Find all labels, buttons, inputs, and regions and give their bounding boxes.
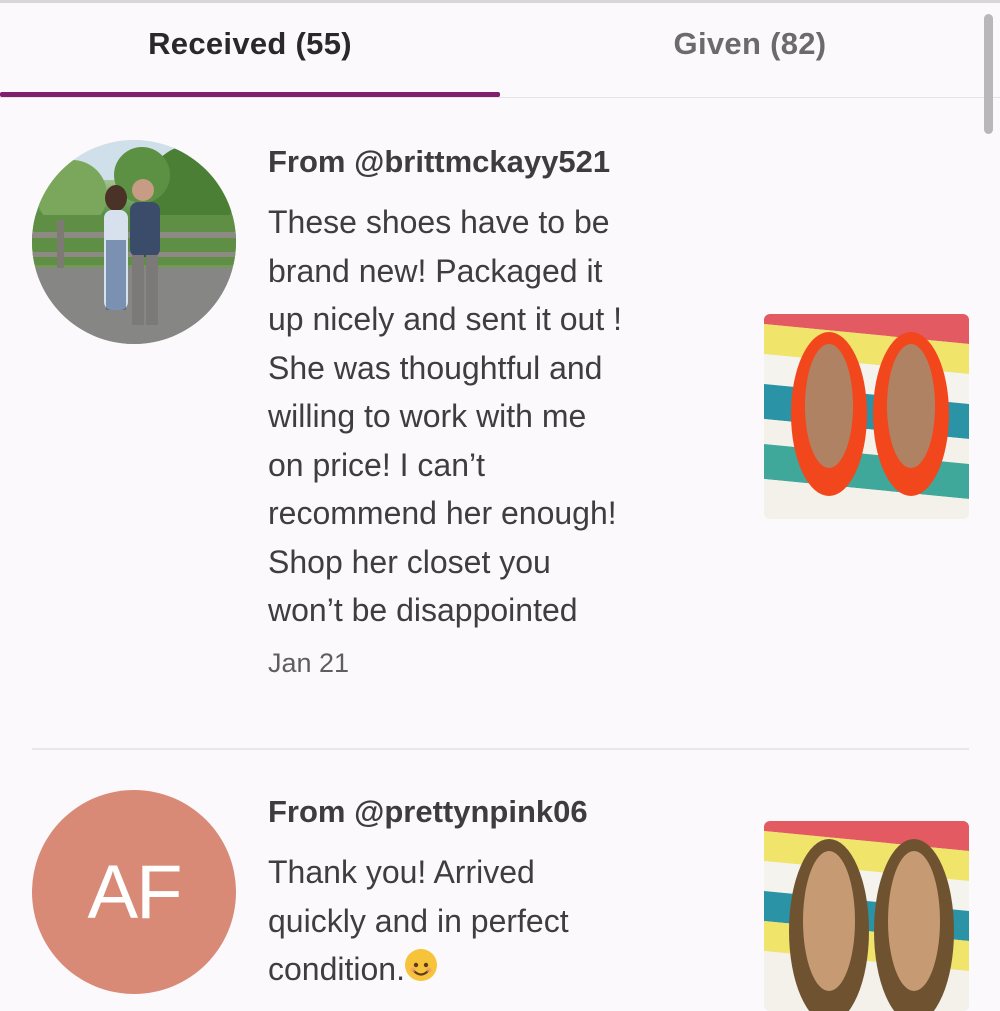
tab-received[interactable]: Received (55) (0, 3, 500, 97)
review-text: These shoes have to be brand new! Packag… (268, 204, 622, 628)
tab-given[interactable]: Given (82) (500, 3, 1000, 97)
product-thumbnail[interactable] (764, 821, 969, 1011)
scrollbar[interactable] (984, 14, 993, 134)
review-date: Jan 21 (268, 648, 350, 678)
orange-flats-image (764, 314, 969, 519)
avatar[interactable]: AF (32, 790, 236, 994)
product-thumbnail[interactable] (764, 314, 969, 519)
bronze-flats-image (764, 821, 969, 1011)
avatar-photo (32, 140, 236, 344)
avatar[interactable] (32, 140, 236, 344)
review-author[interactable]: From @prettynpink06 (268, 794, 588, 830)
avatar-initials: AF (87, 849, 182, 935)
review-text: Thank you! Arrived quickly and in perfec… (268, 848, 728, 994)
active-tab-indicator (0, 92, 500, 97)
review-divider (32, 748, 969, 750)
smiling-face-icon (404, 949, 437, 981)
review-author[interactable]: From @brittmckayy521 (268, 144, 610, 180)
tab-bar: Received (55) Given (82) (0, 3, 1000, 98)
